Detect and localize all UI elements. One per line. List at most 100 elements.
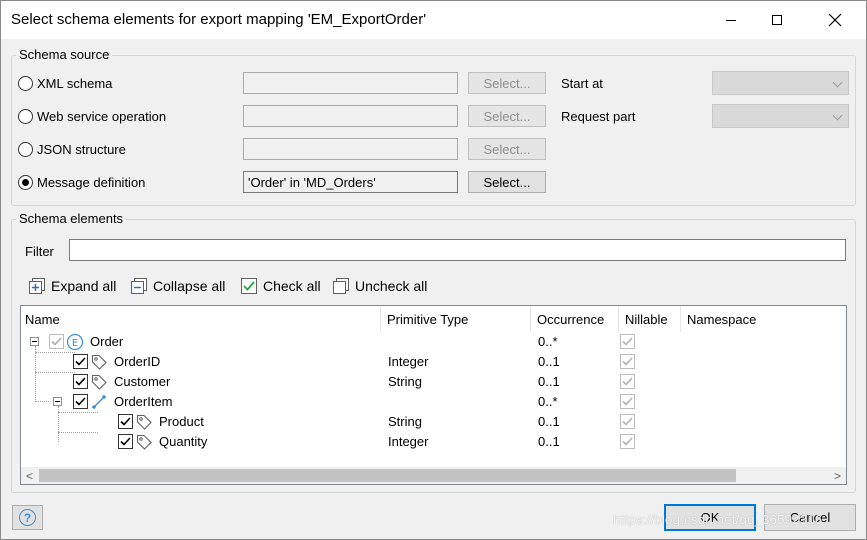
row-name: Quantity [159,434,208,449]
svg-text:E: E [72,338,78,349]
attribute-tag-icon [90,373,108,391]
json-structure-select-button[interactable]: Select... [468,138,546,160]
chevron-down-icon [832,110,843,121]
web-service-select-button[interactable]: Select... [468,105,546,127]
row-primitive-type: Integer [388,354,429,369]
expand-all-label: Expand all [51,278,117,294]
nillable-checkbox [620,434,635,449]
maximize-button[interactable] [754,1,800,39]
row-name: OrderItem [114,394,173,409]
start-at-label: Start at [561,76,603,91]
column-header-primitive-type[interactable]: Primitive Type [383,306,531,332]
collapse-toggle-icon[interactable] [53,397,62,406]
expand-all-button[interactable]: Expand all [29,276,116,296]
row-checkbox[interactable] [49,334,64,349]
dialog-window: Select schema elements for export mappin… [0,0,867,540]
filter-input[interactable] [69,239,846,261]
row-checkbox[interactable] [73,354,88,369]
minimize-button[interactable] [708,1,754,39]
row-checkbox[interactable] [118,414,133,429]
table-row[interactable]: OrderItem 0..* [21,392,846,412]
row-primitive-type: String [388,414,422,429]
table-row[interactable]: Customer String 0..1 [21,372,846,392]
radio-web-service-operation[interactable]: Web service operation [18,106,166,126]
table-row[interactable]: Quantity Integer 0..1 [21,432,846,452]
row-primitive-type: Integer [388,434,429,449]
uncheck-all-label: Uncheck all [355,278,428,294]
column-header-name[interactable]: Name [21,306,381,332]
attribute-tag-icon [135,433,153,451]
radio-label: Message definition [37,174,146,190]
row-name: Customer [114,374,171,389]
attribute-tag-icon [90,353,108,371]
table-row[interactable]: OrderID Integer 0..1 [21,352,846,372]
radio-button-checked[interactable] [18,174,33,190]
nillable-checkbox [620,334,635,349]
row-occurrence: 0..* [538,394,558,409]
radio-label: XML schema [37,75,113,91]
watermark-text: https://blog.csdn.net/qq_36592316 [613,512,823,527]
radio-button[interactable] [18,141,33,157]
help-button[interactable]: ? [12,505,43,530]
nillable-checkbox [620,414,635,429]
radio-label: JSON structure [37,141,126,157]
uncheck-all-button[interactable]: Uncheck all [333,276,427,296]
radio-message-definition[interactable]: Message definition [18,172,145,192]
uncheck-all-icon [333,278,349,294]
scrollbar-thumb[interactable] [39,469,736,482]
radio-xml-schema[interactable]: XML schema [18,73,112,93]
start-at-dropdown[interactable] [712,71,849,95]
maximize-icon [772,15,782,25]
web-service-field [243,105,458,127]
chevron-down-icon [832,77,843,88]
row-name: OrderID [114,354,161,369]
row-checkbox[interactable] [118,434,133,449]
column-header-nillable[interactable]: Nillable [621,306,681,332]
table-row[interactable]: Product String 0..1 [21,412,846,432]
filter-label: Filter [25,244,54,259]
xml-schema-select-button[interactable]: Select... [468,72,546,94]
minimize-icon [726,19,736,21]
nillable-checkbox [620,354,635,369]
row-checkbox[interactable] [73,374,88,389]
association-icon [90,393,108,411]
collapse-all-label: Collapse all [153,278,226,294]
row-occurrence: 0..1 [538,374,560,389]
element-icon: E [66,333,84,351]
window-title: Select schema elements for export mappin… [11,11,427,28]
row-primitive-type: String [388,374,422,389]
request-part-dropdown[interactable] [712,104,849,128]
nillable-checkbox [620,374,635,389]
radio-json-structure[interactable]: JSON structure [18,139,126,159]
schema-source-legend: Schema source [16,47,113,62]
column-header-namespace[interactable]: Namespace [683,306,846,332]
column-header-occurrence[interactable]: Occurrence [533,306,619,332]
json-structure-field [243,138,458,160]
schema-elements-legend: Schema elements [16,211,127,226]
collapse-all-button[interactable]: Collapse all [131,276,225,296]
row-name: Product [159,414,204,429]
message-definition-field: 'Order' in 'MD_Orders' [243,171,458,193]
attribute-tag-icon [135,413,153,431]
close-button[interactable] [812,1,858,39]
row-name: Order [90,334,124,349]
table-row[interactable]: E Order 0..* [21,332,846,352]
expand-all-icon [29,278,45,294]
radio-label: Web service operation [37,108,167,124]
scroll-right-icon[interactable]: > [829,467,846,484]
radio-button[interactable] [18,75,33,91]
row-checkbox[interactable] [73,394,88,409]
check-all-button[interactable]: Check all [241,276,321,296]
help-icon: ? [19,509,36,526]
row-occurrence: 0..1 [538,414,560,429]
collapse-all-icon [131,278,147,294]
scroll-left-icon[interactable]: < [21,467,38,484]
row-occurrence: 0..1 [538,434,560,449]
schema-elements-tree[interactable]: Name Primitive Type Occurrence Nillable … [20,305,847,485]
collapse-toggle-icon[interactable] [30,337,39,346]
horizontal-scrollbar[interactable]: < > [21,467,846,484]
radio-button[interactable] [18,108,33,124]
message-definition-select-button[interactable]: Select... [468,171,546,193]
check-all-icon [241,278,257,294]
xml-schema-field [243,72,458,94]
